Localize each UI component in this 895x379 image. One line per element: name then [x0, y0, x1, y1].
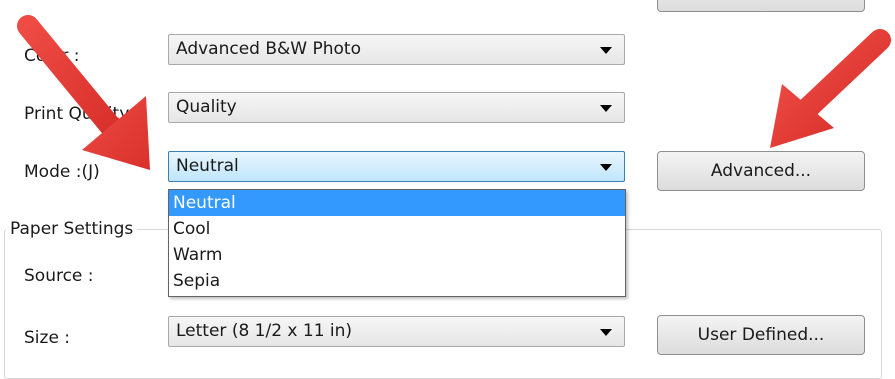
chevron-down-icon — [600, 47, 612, 54]
user-defined-button[interactable]: User Defined... — [657, 315, 865, 355]
print-quality-select[interactable]: Quality — [168, 92, 625, 123]
mode-option-warm[interactable]: Warm — [169, 242, 625, 268]
mode-select[interactable]: Neutral — [168, 151, 625, 182]
top-cut-off-button[interactable] — [657, 0, 865, 12]
print-quality-select-value: Quality — [176, 97, 237, 117]
size-select[interactable]: Letter (8 1/2 x 11 in) — [168, 316, 625, 347]
advanced-button[interactable]: Advanced... — [657, 151, 865, 191]
size-label: Size : — [24, 328, 71, 348]
print-quality-label: Print Quality : — [24, 104, 141, 124]
size-select-value: Letter (8 1/2 x 11 in) — [176, 321, 353, 341]
mode-label: Mode :(J) — [24, 162, 100, 182]
color-select-value: Advanced B&W Photo — [176, 39, 361, 59]
source-label: Source : — [24, 266, 94, 286]
chevron-down-icon — [600, 164, 612, 171]
mode-dropdown-list[interactable]: Neutral Cool Warm Sepia — [168, 189, 626, 297]
red-arrow-right-icon — [770, 29, 891, 148]
mode-option-neutral[interactable]: Neutral — [169, 190, 625, 216]
chevron-down-icon — [600, 329, 612, 336]
chevron-down-icon — [600, 105, 612, 112]
color-select[interactable]: Advanced B&W Photo — [168, 34, 625, 65]
mode-option-sepia[interactable]: Sepia — [169, 268, 625, 294]
color-label: Color : — [24, 46, 80, 66]
mode-option-cool[interactable]: Cool — [169, 216, 625, 242]
mode-select-value: Neutral — [176, 156, 239, 176]
paper-settings-title: Paper Settings — [6, 219, 138, 239]
